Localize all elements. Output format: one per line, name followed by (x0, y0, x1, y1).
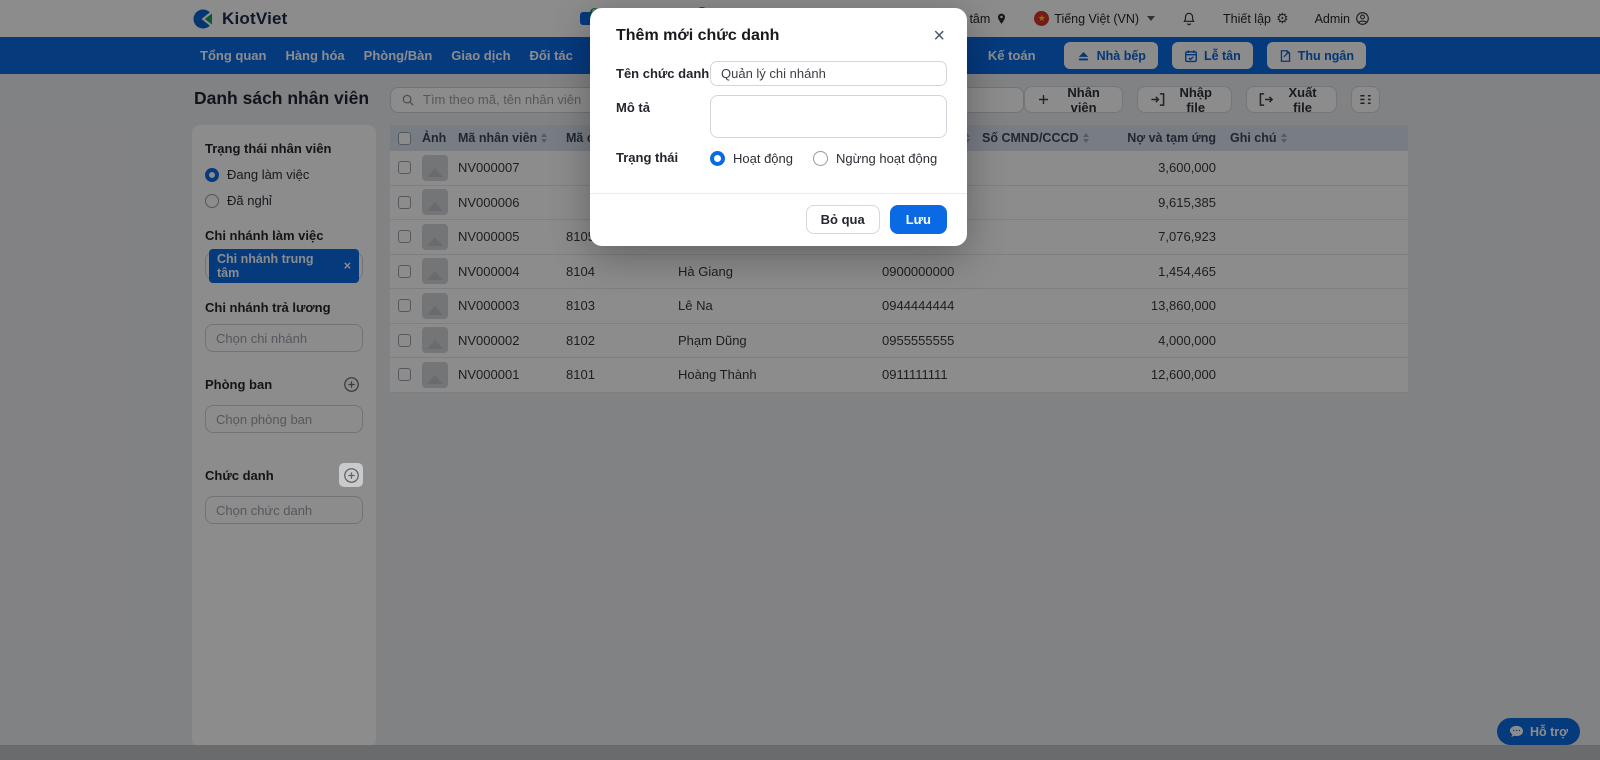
app: KiotViet 0 Thanh toán $ Chi nhánh trung … (0, 0, 1600, 760)
description-textarea[interactable] (710, 95, 947, 138)
job-title-name-input[interactable] (710, 61, 947, 86)
add-job-title-modal: Thêm mới chức danh × Tên chức danh Mô tả… (590, 8, 967, 246)
status-inactive-radio[interactable]: Ngừng hoạt động (813, 151, 937, 166)
description-label: Mô tả (616, 95, 710, 115)
status-active-radio[interactable]: Hoạt động (710, 151, 793, 166)
add-job-title-button[interactable] (339, 463, 363, 487)
radio-unselected-icon (813, 151, 828, 166)
save-button[interactable]: Lưu (890, 205, 947, 234)
modal-title: Thêm mới chức danh (616, 27, 779, 45)
cancel-button[interactable]: Bỏ qua (806, 205, 880, 234)
radio-selected-icon (710, 151, 725, 166)
status-label: Trạng thái (616, 147, 710, 165)
close-icon[interactable]: × (933, 28, 945, 44)
job-title-name-label: Tên chức danh (616, 61, 710, 81)
